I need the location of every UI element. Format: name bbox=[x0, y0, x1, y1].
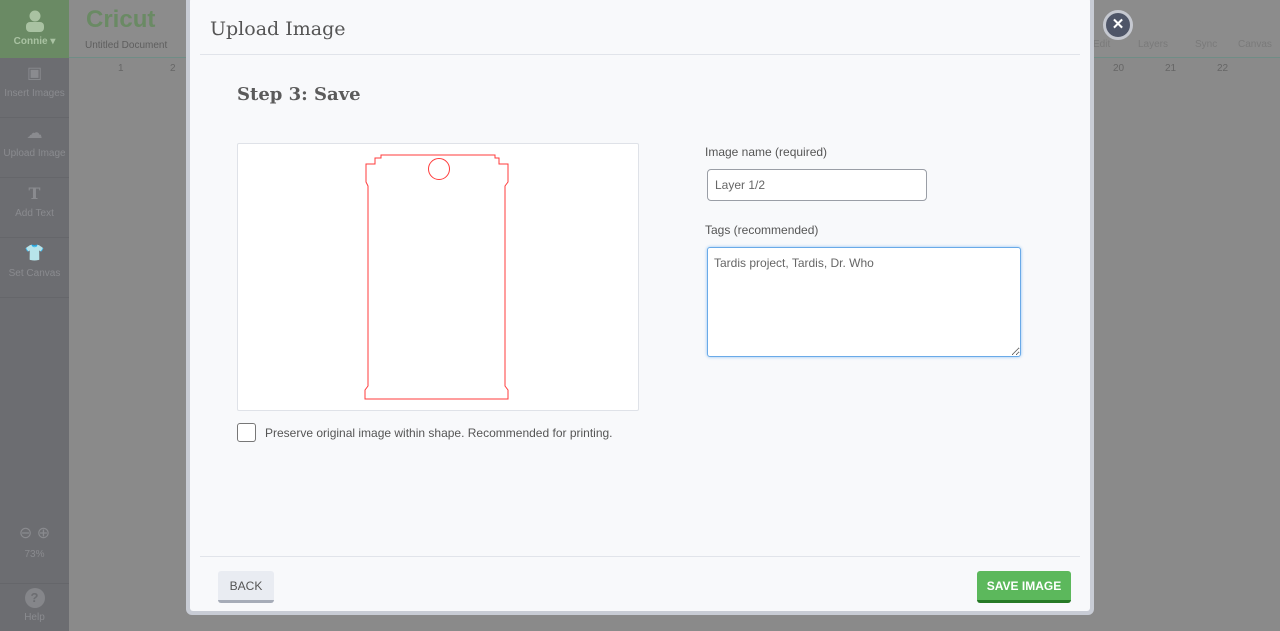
save-image-button[interactable]: SAVE IMAGE bbox=[977, 571, 1071, 603]
user-icon bbox=[25, 10, 44, 32]
image-name-label: Image name (required) bbox=[705, 145, 828, 159]
divider bbox=[200, 54, 1080, 55]
left-sidebar: ▣ Insert Images ☁ Upload Image T Add Text 👕… bbox=[0, 58, 69, 631]
sidebar-item-label: Upload Image bbox=[3, 148, 66, 159]
toolbar-edit[interactable]: Edit bbox=[1093, 39, 1110, 50]
ruler-tick-label: 21 bbox=[1165, 63, 1177, 74]
ruler-tick-label: 20 bbox=[1113, 63, 1125, 74]
tags-textarea[interactable]: Tardis project, Tardis, Dr. Who bbox=[707, 247, 1021, 357]
divider bbox=[200, 556, 1080, 557]
shirt-icon: 👕 bbox=[24, 245, 45, 262]
image-icon: ▣ bbox=[26, 65, 43, 82]
toolbar-canvas[interactable]: Canvas bbox=[1238, 39, 1272, 50]
user-name: Connie ▾ bbox=[13, 36, 56, 47]
step-heading: Step 3: Save bbox=[237, 84, 361, 105]
help-button[interactable]: ? Help bbox=[0, 583, 69, 623]
preserve-image-label: Preserve original image within shape. Re… bbox=[265, 426, 613, 440]
upload-image-modal: Upload Image Step 3: Save Preserve origi… bbox=[186, 0, 1094, 615]
preserve-image-checkbox[interactable] bbox=[237, 423, 256, 442]
cut-outline-preview bbox=[364, 154, 509, 400]
toolbar-sync[interactable]: Sync bbox=[1195, 39, 1217, 50]
zoom-out-icon[interactable]: ⊖ bbox=[19, 525, 32, 542]
sidebar-item-set-canvas[interactable]: 👕 Set Canvas bbox=[0, 238, 69, 298]
sidebar-item-upload-image[interactable]: ☁ Upload Image bbox=[0, 118, 69, 178]
image-preview bbox=[237, 143, 639, 411]
cloud-upload-icon: ☁ bbox=[26, 125, 43, 142]
help-icon: ? bbox=[24, 588, 45, 608]
modal-title: Upload Image bbox=[210, 18, 346, 40]
help-label: Help bbox=[24, 612, 45, 623]
close-icon[interactable]: ✕ bbox=[1103, 10, 1133, 40]
sidebar-item-label: Set Canvas bbox=[8, 268, 61, 279]
cricut-logo: Cricut bbox=[86, 6, 156, 33]
zoom-level: 73% bbox=[24, 549, 45, 560]
sidebar-item-label: Insert Images bbox=[4, 88, 65, 99]
ruler-tick-label: 2 bbox=[170, 63, 176, 74]
sidebar-item-insert-images[interactable]: ▣ Insert Images bbox=[0, 58, 69, 118]
back-button[interactable]: BACK bbox=[218, 571, 274, 603]
document-title[interactable]: Untitled Document bbox=[85, 40, 167, 51]
ruler-tick-label: 1 bbox=[118, 63, 124, 74]
image-name-input[interactable] bbox=[707, 169, 927, 201]
zoom-in-icon[interactable]: ⊕ bbox=[37, 525, 50, 542]
ruler-tick-label: 22 bbox=[1217, 63, 1229, 74]
sidebar-item-add-text[interactable]: T Add Text bbox=[0, 178, 69, 238]
toolbar-layers[interactable]: Layers bbox=[1138, 39, 1168, 50]
user-menu[interactable]: Connie ▾ bbox=[0, 0, 69, 58]
sidebar-item-label: Add Text bbox=[15, 208, 54, 219]
tags-label: Tags (recommended) bbox=[705, 223, 819, 237]
text-icon: T bbox=[28, 184, 41, 203]
